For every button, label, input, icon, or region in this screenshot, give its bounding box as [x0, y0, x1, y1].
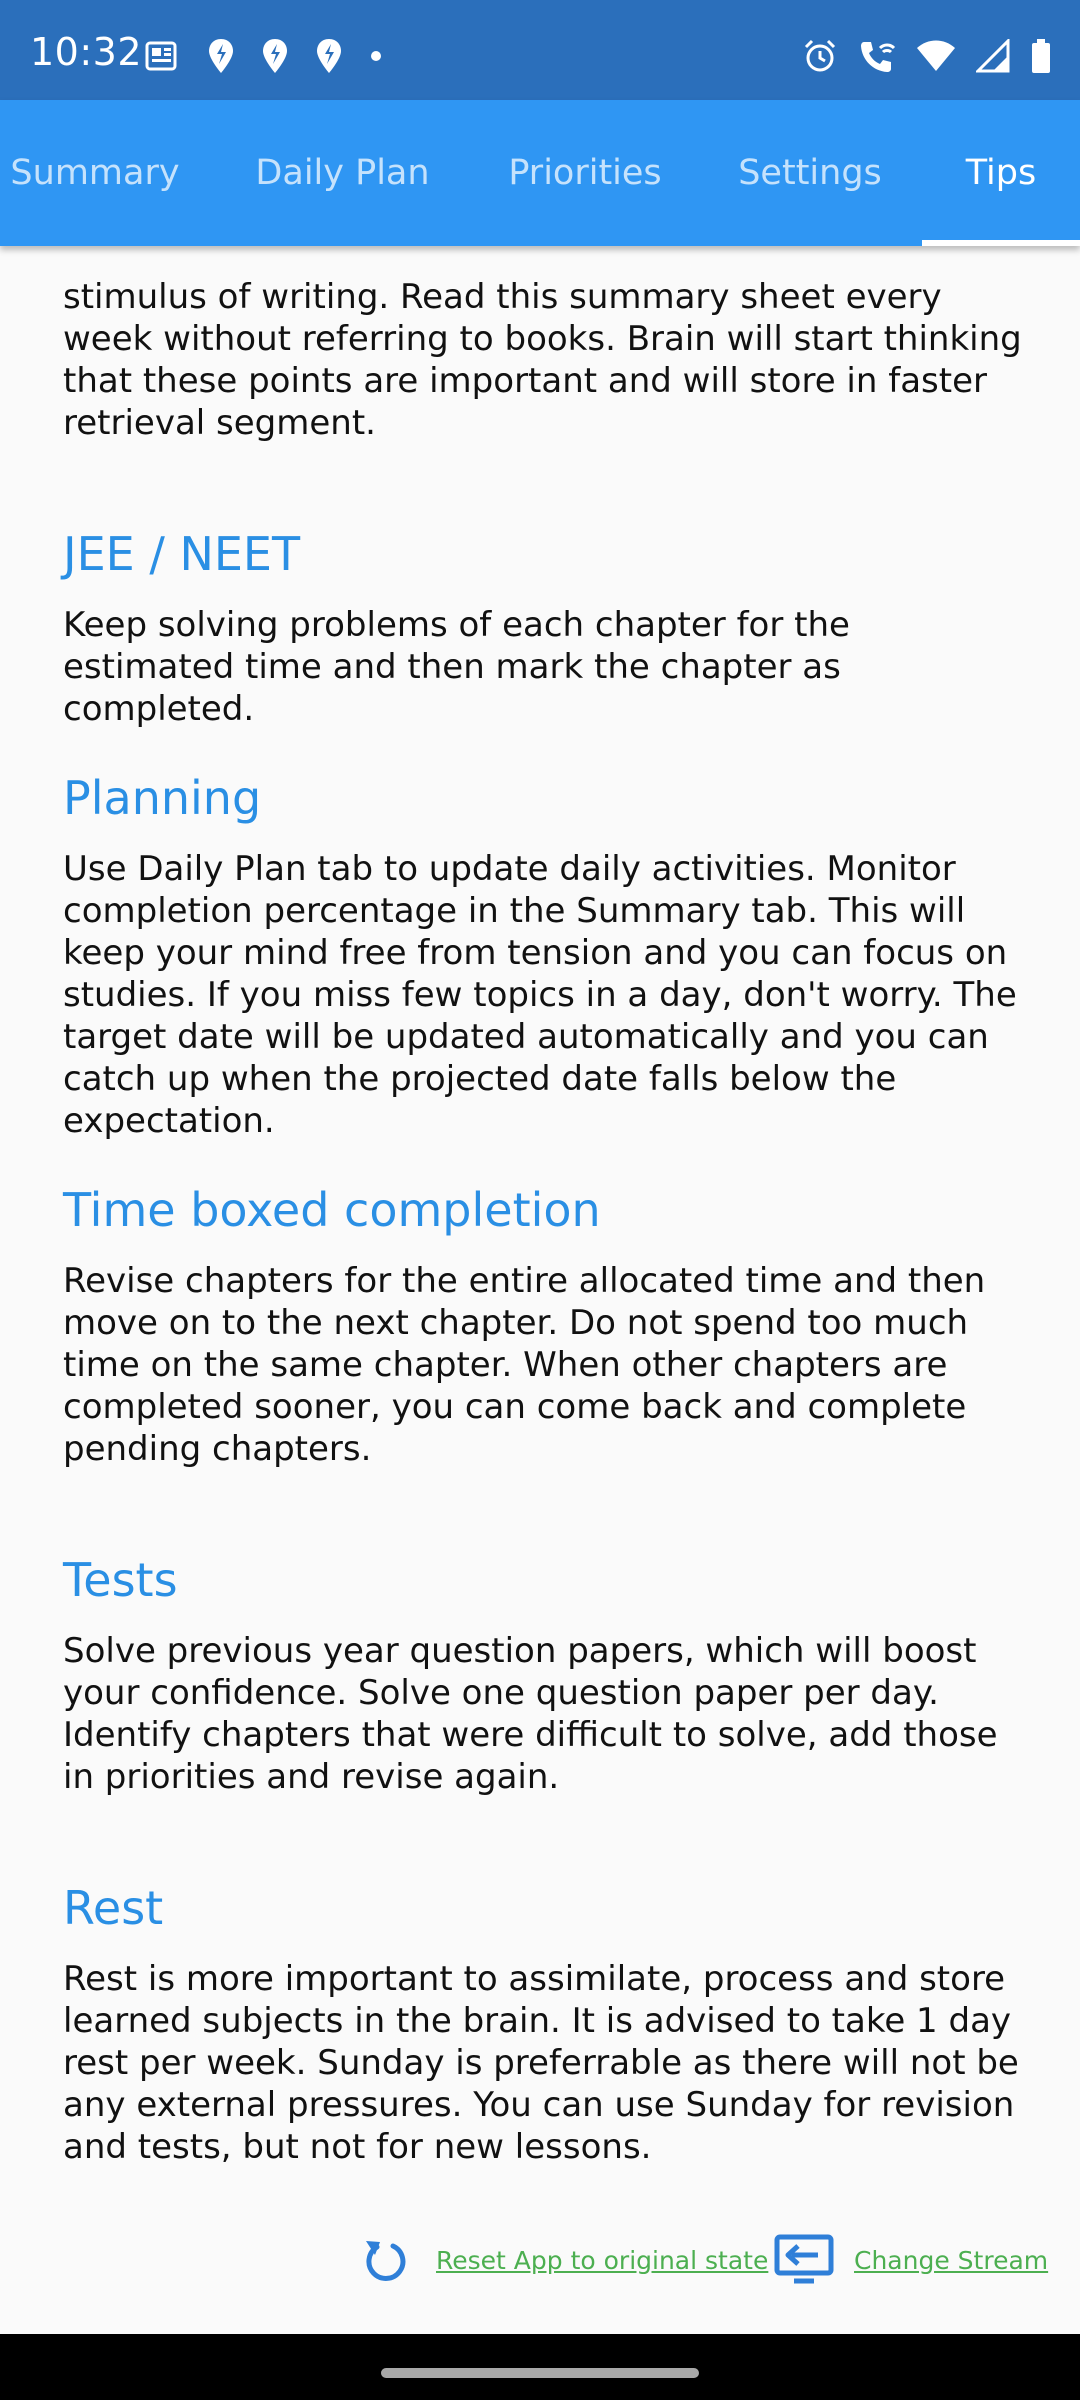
- status-system-icons: [802, 36, 1052, 76]
- home-gesture-handle[interactable]: [381, 2368, 699, 2378]
- tip-section-time-boxed: Time boxed completion Revise chapters fo…: [63, 1182, 1023, 1470]
- app-notification-icon: [263, 39, 287, 73]
- tab-daily-plan[interactable]: Daily Plan: [240, 100, 445, 246]
- tip-title: Tests: [63, 1553, 178, 1607]
- footer-actions: Reset App to original state Change Strea…: [0, 2220, 1080, 2300]
- tip-title: JEE / NEET: [63, 527, 301, 581]
- status-bar: 10:32: [0, 0, 1080, 100]
- tip-body: Solve previous year question papers, whi…: [63, 1631, 998, 1797]
- tab-settings[interactable]: Settings: [730, 100, 890, 246]
- app-notification-icon: [209, 39, 233, 73]
- tip-section-jee-neet: JEE / NEET Keep solving problems of each…: [63, 526, 1023, 730]
- tab-bar: Summary Daily Plan Priorities Settings T…: [0, 100, 1080, 246]
- tips-content[interactable]: stimulus of writing. Read this summary s…: [0, 246, 1080, 2334]
- alarm-icon: [804, 39, 836, 72]
- battery-icon: [1032, 39, 1050, 73]
- reset-app-action[interactable]: Reset App to original state: [358, 2220, 768, 2300]
- status-notification-icons: [145, 36, 383, 76]
- refresh-icon[interactable]: [358, 2233, 412, 2287]
- tab-tips[interactable]: Tips: [922, 100, 1080, 246]
- tip-title: Time boxed completion: [63, 1183, 601, 1237]
- reset-app-link[interactable]: Reset App to original state: [436, 2246, 768, 2275]
- tip-intro-body: stimulus of writing. Read this summary s…: [63, 277, 1022, 443]
- tab-summary[interactable]: Summary: [0, 100, 190, 246]
- change-stream-action[interactable]: Change Stream: [774, 2220, 1048, 2300]
- tip-body: Revise chapters for the entire allocated…: [63, 1261, 986, 1469]
- tip-title: Planning: [63, 771, 262, 825]
- app-notification-icon: [317, 39, 341, 73]
- change-stream-link[interactable]: Change Stream: [854, 2246, 1048, 2275]
- tip-section-tests: Tests Solve previous year question paper…: [63, 1552, 1023, 1798]
- news-icon: [145, 41, 177, 71]
- tip-title: Rest: [63, 1881, 164, 1935]
- tip-section-rest: Rest Rest is more important to assimilat…: [63, 1880, 1023, 2168]
- signal-icon: [976, 39, 1010, 73]
- wifi-calling-icon: [861, 42, 896, 72]
- wifi-icon: [917, 40, 955, 71]
- tip-body: Use Daily Plan tab to update daily activ…: [63, 849, 1017, 1141]
- tip-intro-section: stimulus of writing. Read this summary s…: [63, 276, 1023, 444]
- tip-body: Rest is more important to assimilate, pr…: [63, 1959, 1019, 2167]
- status-time: 10:32: [30, 30, 143, 74]
- tip-section-planning: Planning Use Daily Plan tab to update da…: [63, 770, 1023, 1142]
- more-dot-icon: [371, 51, 381, 61]
- active-tab-indicator: [922, 240, 1080, 246]
- system-navigation-bar: [0, 2334, 1080, 2400]
- tab-priorities[interactable]: Priorities: [490, 100, 680, 246]
- tip-body: Keep solving problems of each chapter fo…: [63, 605, 850, 729]
- change-stream-icon[interactable]: [774, 2234, 834, 2286]
